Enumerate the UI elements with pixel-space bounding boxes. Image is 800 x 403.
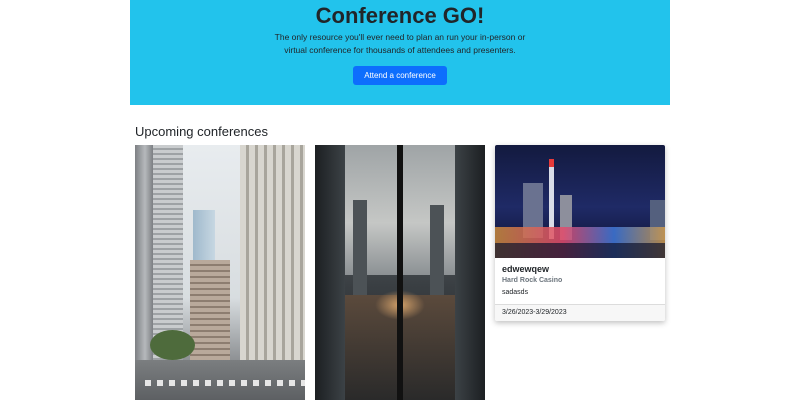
- hero-description-line-1: The only resource you'll ever need to pl…: [274, 32, 526, 42]
- conference-card-1[interactable]: [135, 145, 305, 400]
- section-title: Upcoming conferences: [135, 124, 268, 139]
- hero-title: Conference GO!: [315, 3, 485, 28]
- conference-card-3[interactable]: edwewqew Hard Rock Casino sadasds 3/26/2…: [495, 145, 665, 321]
- conference-dates: 3/26/2023-3/29/2023: [502, 309, 567, 316]
- hero-description: The only resource you'll ever need to pl…: [130, 31, 670, 57]
- conference-location: Hard Rock Casino: [502, 277, 563, 284]
- conference-image-city-reflection: [315, 145, 485, 400]
- attend-conference-button[interactable]: Attend a conference: [353, 66, 447, 85]
- conference-image-city-street: [135, 145, 305, 400]
- hero-banner: Conference GO! The only resource you'll …: [130, 0, 670, 105]
- conference-name: edwewqew: [502, 264, 550, 274]
- hero-description-line-2: virtual conference for thousands of atte…: [284, 45, 516, 55]
- conference-card-footer: 3/26/2023-3/29/2023: [495, 304, 665, 321]
- conference-image-night-skyline: [495, 145, 665, 258]
- conference-card-2[interactable]: [315, 145, 485, 400]
- conference-description: sadasds: [502, 289, 529, 296]
